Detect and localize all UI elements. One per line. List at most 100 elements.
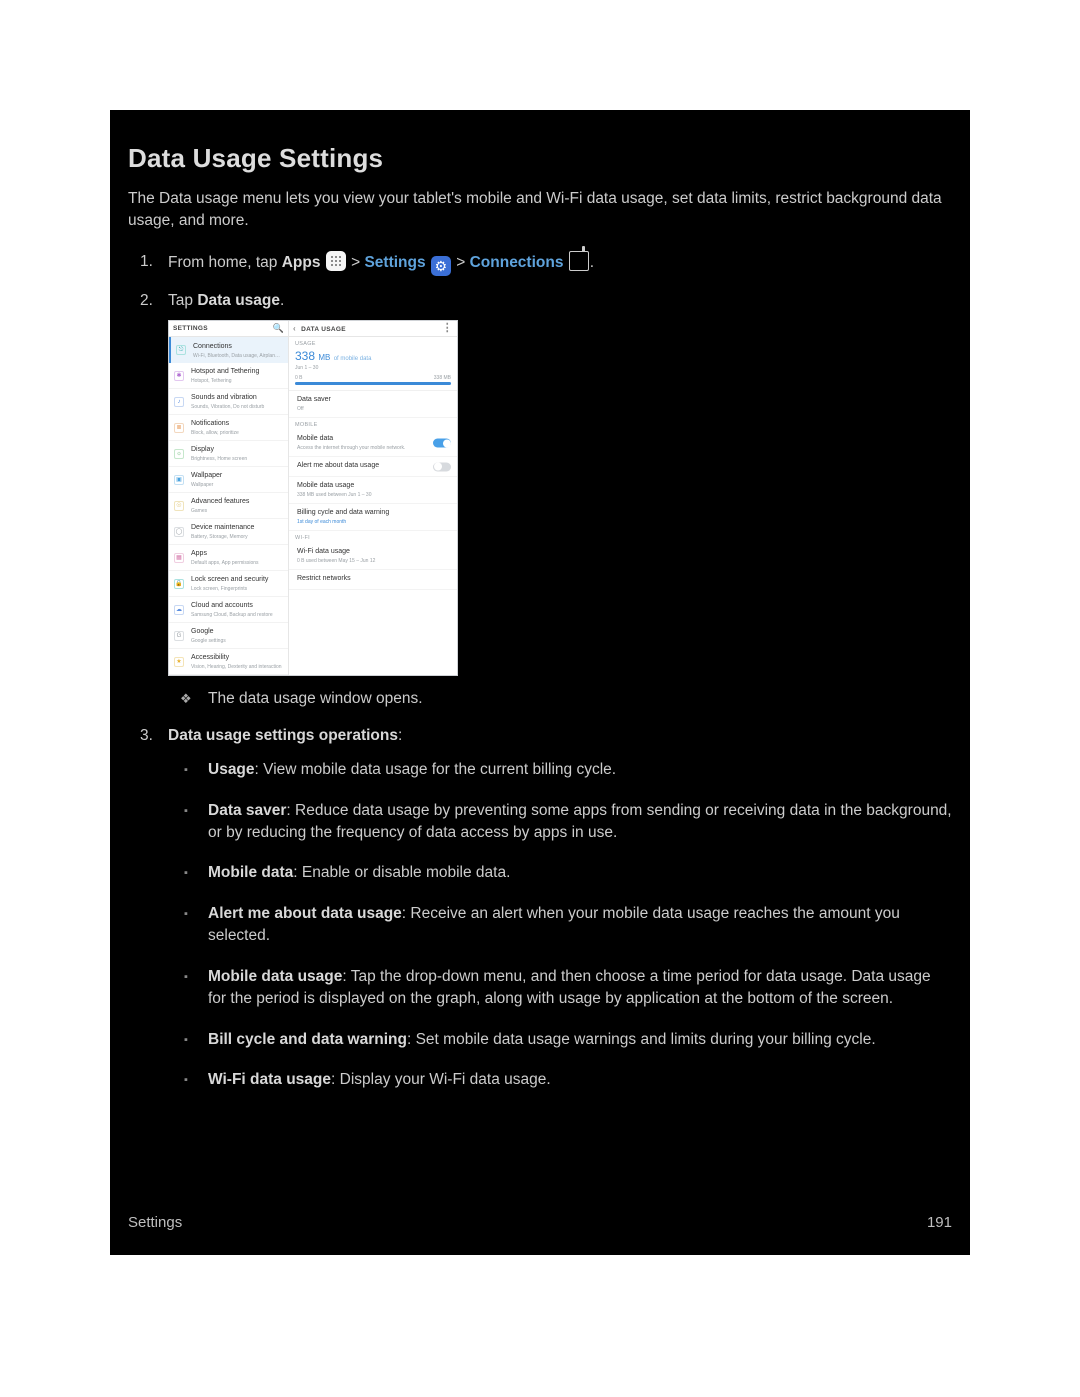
data-usage-row[interactable]: Wi-Fi data usage0 B used between May 15 …: [289, 543, 457, 570]
row-title: Notifications: [191, 420, 284, 429]
row-title: Lock screen and security: [191, 576, 284, 585]
settings-row[interactable]: GGoogleGoogle settings: [169, 623, 288, 649]
gear-icon: [431, 256, 451, 276]
data-usage-row[interactable]: Alert me about data usage: [289, 457, 457, 477]
settings-row[interactable]: ≣ NotificationsBlock, allow, prioritize: [169, 415, 288, 441]
row-subtitle: Off: [297, 406, 427, 412]
row-icon: G: [174, 631, 184, 641]
data-usage-header-label: DATA USAGE: [301, 326, 346, 333]
settings-row[interactable]: ☁Cloud and accountsSamsung Cloud, Backup…: [169, 597, 288, 623]
apps-icon: [326, 251, 346, 271]
operation-item: Data saver: Reduce data usage by prevent…: [208, 800, 952, 845]
settings-row[interactable]: ▦ AppsDefault apps, App permissions: [169, 545, 288, 571]
data-usage-row[interactable]: Mobile dataAccess the internet through y…: [289, 430, 457, 457]
data-usage-row[interactable]: Restrict networks: [289, 570, 457, 590]
operation-item: Alert me about data usage: Receive an al…: [208, 903, 952, 948]
row-title: Mobile data: [297, 435, 427, 444]
row-subtitle: 1st day of each month: [297, 519, 427, 525]
usage-section-label: USAGE: [289, 337, 457, 349]
settings-row[interactable]: 🔒 Lock screen and securityLock screen, Fi…: [169, 571, 288, 597]
usage-unit: MB: [318, 353, 330, 362]
search-icon[interactable]: 🔍: [272, 323, 284, 334]
section-label: MOBILE: [289, 418, 457, 430]
row-icon: ★: [174, 657, 184, 667]
row-subtitle: Hotspot, Tethering: [191, 378, 284, 384]
usage-suffix: of mobile data: [334, 356, 372, 362]
row-title: Sounds and vibration: [191, 394, 284, 403]
screenshot: SETTINGS 🔍 ⎋ConnectionsWi-Fi, Bluetooth,…: [168, 320, 458, 676]
steps-list: From home, tap Apps > Settings > Connect…: [128, 251, 952, 1092]
row-title: Apps: [191, 550, 284, 559]
settings-row[interactable]: ◯Device maintenanceBattery, Storage, Mem…: [169, 519, 288, 545]
row-subtitle: Lock screen, Fingerprints: [191, 586, 284, 592]
settings-row[interactable]: ♪Sounds and vibrationSounds, Vibration, …: [169, 389, 288, 415]
row-title: Restrict networks: [297, 575, 427, 584]
data-usage-row[interactable]: Billing cycle and data warning1st day of…: [289, 504, 457, 531]
row-icon: ☼: [174, 449, 184, 459]
step-1: From home, tap Apps > Settings > Connect…: [168, 251, 952, 276]
operations-list: Usage: View mobile data usage for the cu…: [168, 759, 952, 1092]
op-name: Alert me about data usage: [208, 905, 402, 922]
op-name: Data saver: [208, 802, 286, 819]
connections-link[interactable]: Connections: [470, 254, 564, 271]
settings-row[interactable]: ⎋ConnectionsWi-Fi, Bluetooth, Data usage…: [169, 337, 288, 363]
operation-item: Bill cycle and data warning: Set mobile …: [208, 1029, 952, 1051]
row-icon: ▣: [174, 475, 184, 485]
row-icon: 🔒: [174, 579, 184, 589]
data-usage-row[interactable]: Data saverOff: [289, 391, 457, 418]
op-text: : Display your Wi-Fi data usage.: [331, 1071, 551, 1088]
result-list: The data usage window opens.: [168, 688, 952, 710]
back-icon[interactable]: ‹: [293, 324, 296, 333]
step-3-post: :: [398, 727, 402, 744]
settings-header-label: SETTINGS: [173, 325, 208, 333]
operation-item: Wi-Fi data usage: Display your Wi-Fi dat…: [208, 1069, 952, 1091]
op-name: Mobile data usage: [208, 968, 342, 985]
row-subtitle: Block, allow, prioritize: [191, 430, 284, 436]
toggle[interactable]: [433, 462, 451, 471]
row-subtitle: Samsung Cloud, Backup and restore: [191, 612, 284, 618]
usage-summary: 338 MB of mobile data Jun 1 – 30 0 B 338…: [289, 349, 457, 392]
step-3: Data usage settings operations: Usage: V…: [168, 725, 952, 1092]
data-usage-row[interactable]: Mobile data usage338 MB used between Jun…: [289, 477, 457, 504]
row-subtitle: 338 MB used between Jun 1 – 30: [297, 492, 427, 498]
settings-row[interactable]: ★AccessibilityVision, Hearing, Dexterity…: [169, 649, 288, 675]
row-subtitle: Wi-Fi, Bluetooth, Data usage, Airplane m…: [193, 353, 282, 359]
footer-section: Settings: [128, 1212, 182, 1234]
row-title: Wi-Fi data usage: [297, 548, 427, 557]
op-name: Usage: [208, 761, 255, 778]
footer-page-number: 191: [927, 1212, 952, 1234]
usage-period: Jun 1 – 30: [295, 365, 451, 371]
settings-row[interactable]: ☉Advanced featuresGames: [169, 493, 288, 519]
row-subtitle: Default apps, App permissions: [191, 560, 284, 566]
step-2-post: .: [280, 292, 284, 309]
row-icon: ⎋: [176, 345, 186, 355]
settings-row[interactable]: ✱Hotspot and TetheringHotspot, Tethering: [169, 363, 288, 389]
operation-item: Mobile data usage: Tap the drop-down men…: [208, 966, 952, 1011]
settings-row[interactable]: ▣WallpaperWallpaper: [169, 467, 288, 493]
operation-item: Usage: View mobile data usage for the cu…: [208, 759, 952, 781]
gt-1: >: [347, 254, 365, 271]
document-page: Data Usage Settings The Data usage menu …: [110, 110, 970, 1255]
section-label: WI-FI: [289, 531, 457, 543]
gt-2: >: [452, 254, 470, 271]
op-name: Mobile data: [208, 864, 293, 881]
row-subtitle: Access the internet through your mobile …: [297, 445, 427, 451]
data-usage-pane-header: ‹ DATA USAGE ⋮: [289, 321, 457, 337]
row-title: Mobile data usage: [297, 482, 427, 491]
result-bullet: The data usage window opens.: [208, 688, 952, 710]
bar-right-label: 338 MB: [434, 375, 451, 381]
row-icon: ▦: [174, 553, 184, 563]
op-text: : View mobile data usage for the current…: [255, 761, 617, 778]
data-usage-pane: ‹ DATA USAGE ⋮ USAGE 338 MB of mobile da…: [289, 321, 457, 675]
settings-pane: SETTINGS 🔍 ⎋ConnectionsWi-Fi, Bluetooth,…: [169, 321, 289, 675]
settings-row[interactable]: ☼DisplayBrightness, Home screen: [169, 441, 288, 467]
more-icon[interactable]: ⋮: [442, 323, 453, 334]
operation-item: Mobile data: Enable or disable mobile da…: [208, 862, 952, 884]
row-icon: ≣: [174, 423, 184, 433]
row-title: Display: [191, 446, 284, 455]
row-subtitle: Games: [191, 508, 284, 514]
apps-label: Apps: [282, 254, 321, 271]
toggle[interactable]: [433, 439, 451, 448]
row-title: Device maintenance: [191, 524, 284, 533]
settings-link[interactable]: Settings: [364, 254, 425, 271]
